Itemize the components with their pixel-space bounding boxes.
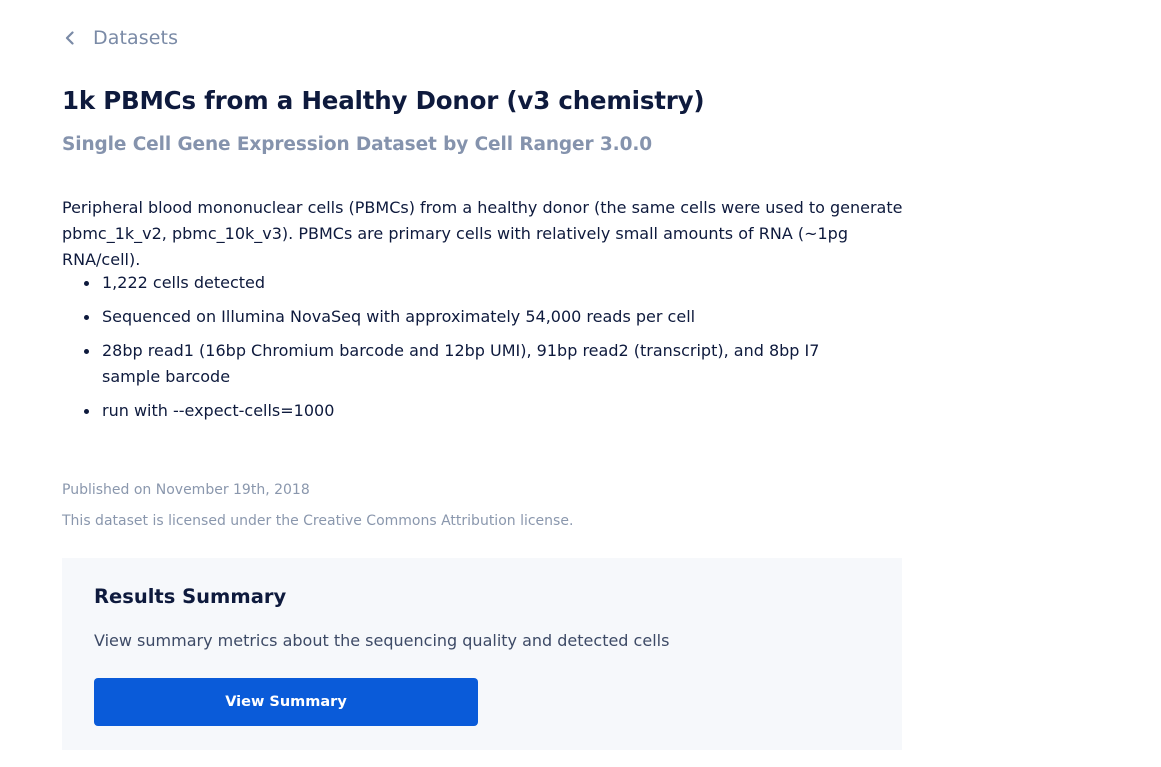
view-summary-button[interactable]: View Summary xyxy=(94,678,478,726)
list-item-text: run with --expect-cells=1000 xyxy=(102,401,335,420)
bullet-icon xyxy=(84,349,89,354)
list-item: 28bp read1 (16bp Chromium barcode and 12… xyxy=(62,338,862,390)
back-link-label[interactable]: Datasets xyxy=(93,27,178,49)
bullet-icon xyxy=(84,409,89,414)
published-date: Published on November 19th, 2018 xyxy=(62,482,310,498)
results-summary-text: View summary metrics about the sequencin… xyxy=(94,631,670,650)
list-item: Sequenced on Illumina NovaSeq with appro… xyxy=(62,304,862,330)
license-note: This dataset is licensed under the Creat… xyxy=(62,513,574,529)
list-item-text: 1,222 cells detected xyxy=(102,273,266,292)
chevron-left-icon xyxy=(65,31,74,45)
bullet-icon xyxy=(84,315,89,320)
list-item: run with --expect-cells=1000 xyxy=(62,398,862,424)
page-title: 1k PBMCs from a Healthy Donor (v3 chemis… xyxy=(62,86,705,115)
bullet-icon xyxy=(84,281,89,286)
list-item: 1,222 cells detected xyxy=(62,270,862,296)
results-summary-card: Results Summary View summary metrics abo… xyxy=(62,558,902,750)
list-item-text: Sequenced on Illumina NovaSeq with appro… xyxy=(102,307,696,326)
dataset-description: Peripheral blood mononuclear cells (PBMC… xyxy=(62,198,903,269)
page-subtitle: Single Cell Gene Expression Dataset by C… xyxy=(62,134,653,155)
back-to-datasets-link[interactable]: Datasets xyxy=(62,24,178,52)
results-summary-title: Results Summary xyxy=(94,585,287,608)
list-item-text: 28bp read1 (16bp Chromium barcode and 12… xyxy=(102,341,820,386)
dataset-details-list: 1,222 cells detected Sequenced on Illumi… xyxy=(62,270,862,432)
